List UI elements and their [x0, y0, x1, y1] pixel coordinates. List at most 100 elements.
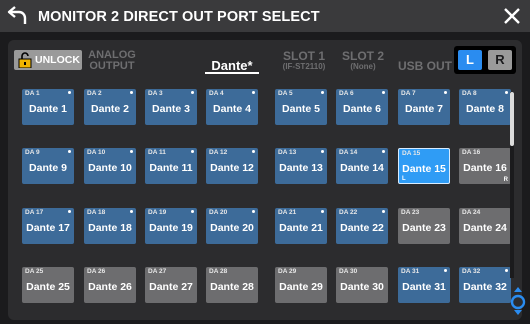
port-name: Dante 8	[466, 103, 504, 115]
port-cell[interactable]: DA 21 Dante 21	[275, 208, 327, 244]
close-icon[interactable]	[500, 4, 524, 28]
port-cell[interactable]: DA 20 Dante 20	[206, 208, 258, 244]
port-cell[interactable]: DA 30 Dante 30	[336, 267, 388, 303]
port-id: DA 2	[87, 90, 102, 97]
patched-indicator	[382, 210, 385, 213]
port-cell[interactable]: DA 1 Dante 1	[22, 89, 74, 125]
tab-sublabel: OUTPUT	[89, 60, 135, 72]
port-cell[interactable]: DA 19 Dante 19	[145, 208, 197, 244]
port-cell[interactable]: DA 24 Dante 24	[459, 208, 511, 244]
port-cell[interactable]: DA 23 Dante 23	[398, 208, 450, 244]
patched-indicator	[321, 91, 324, 94]
port-id: DA 24	[462, 209, 481, 216]
tab-slot-2[interactable]: SLOT 2 (None)	[338, 50, 388, 71]
patched-indicator	[321, 210, 324, 213]
channel-selector: L R	[454, 46, 516, 74]
patched-indicator	[505, 91, 508, 94]
tab-bar: UNLOCK ANALOG OUTPUT Dante* SLOT 1 (IF-S…	[8, 40, 522, 78]
patched-indicator	[68, 210, 71, 213]
port-name: Dante 24	[463, 222, 507, 234]
channel-r-button[interactable]: R	[488, 50, 512, 70]
patched-indicator	[252, 91, 255, 94]
tab-slot-1[interactable]: SLOT 1 (IF-ST2110)	[272, 50, 336, 71]
port-name: Dante 18	[88, 222, 132, 234]
port-id: DA 20	[209, 209, 228, 216]
patched-indicator	[130, 91, 133, 94]
back-arrow-icon[interactable]	[6, 3, 30, 27]
port-id: DA 30	[339, 268, 358, 275]
port-cell[interactable]: DA 2 Dante 2	[84, 89, 136, 125]
port-cell[interactable]: DA 16 Dante 16 R	[459, 148, 511, 184]
port-cell[interactable]: DA 26 Dante 26	[84, 267, 136, 303]
port-id: DA 26	[87, 268, 106, 275]
port-id: DA 11	[148, 149, 166, 156]
port-id: DA 32	[462, 268, 481, 275]
port-id: DA 19	[148, 209, 167, 216]
port-cell[interactable]: DA 5 Dante 5	[275, 89, 327, 125]
port-cell[interactable]: DA 10 Dante 10	[84, 148, 136, 184]
tab-label: USB OUT	[398, 59, 452, 73]
port-cell[interactable]: DA 9 Dante 9	[22, 148, 74, 184]
tab-usb-out[interactable]: USB OUT	[394, 60, 456, 72]
port-name: Dante 1	[29, 103, 67, 115]
port-id: DA 15	[402, 150, 421, 157]
port-name: Dante 14	[340, 162, 384, 174]
port-id: DA 14	[339, 149, 358, 156]
port-id: DA 22	[339, 209, 358, 216]
port-cell[interactable]: DA 12 Dante 12	[206, 148, 258, 184]
tab-analog-output[interactable]: ANALOG OUTPUT	[82, 50, 142, 72]
tab-dante[interactable]: Dante*	[200, 59, 264, 72]
port-name: Dante 31	[402, 281, 446, 293]
patched-indicator	[252, 210, 255, 213]
port-name: Dante 2	[91, 103, 129, 115]
port-id: DA 31	[401, 268, 420, 275]
encoder-knob-icon	[510, 287, 526, 315]
port-id: DA 28	[209, 268, 228, 275]
channel-mark: L	[402, 176, 406, 182]
port-name: Dante 28	[210, 281, 254, 293]
port-name: Dante 32	[463, 281, 507, 293]
patched-indicator	[130, 150, 133, 153]
port-cell[interactable]: DA 28 Dante 28	[206, 267, 258, 303]
port-cell[interactable]: DA 13 Dante 13	[275, 148, 327, 184]
port-id: DA 6	[339, 90, 354, 97]
port-name: Dante 30	[340, 281, 384, 293]
port-cell[interactable]: DA 32 Dante 32	[459, 267, 511, 303]
port-id: DA 1	[25, 90, 40, 97]
scrollbar-thumb[interactable]	[510, 92, 514, 146]
port-id: DA 12	[209, 149, 228, 156]
patched-indicator	[191, 91, 194, 94]
tab-label: Dante*	[211, 58, 253, 73]
patched-indicator	[382, 91, 385, 94]
tab-label: SLOT 2	[341, 49, 384, 63]
patched-indicator	[321, 150, 324, 153]
unlock-button[interactable]: UNLOCK	[14, 50, 82, 70]
port-name: Dante 25	[26, 281, 70, 293]
port-name: Dante 16	[463, 162, 507, 174]
tab-sublabel: (IF-ST2110)	[282, 62, 326, 71]
port-name: Dante 21	[279, 222, 323, 234]
port-id: DA 3	[148, 90, 163, 97]
port-cell[interactable]: DA 17 Dante 17	[22, 208, 74, 244]
port-cell[interactable]: DA 11 Dante 11	[145, 148, 197, 184]
port-id: DA 8	[462, 90, 477, 97]
patched-indicator	[252, 150, 255, 153]
port-cell[interactable]: DA 31 Dante 31	[398, 267, 450, 303]
channel-l-button[interactable]: L	[458, 50, 482, 70]
port-cell[interactable]: DA 6 Dante 6	[336, 89, 388, 125]
port-cell[interactable]: DA 27 Dante 27	[145, 267, 197, 303]
port-cell[interactable]: DA 8 Dante 8	[459, 89, 511, 125]
tab-sublabel: (None)	[350, 62, 376, 71]
port-cell[interactable]: DA 25 Dante 25	[22, 267, 74, 303]
port-cell[interactable]: DA 3 Dante 3	[145, 89, 197, 125]
title-bar: MONITOR 2 DIRECT OUT PORT SELECT	[0, 0, 530, 32]
port-cell[interactable]: DA 15 Dante 15 L	[398, 148, 450, 184]
port-cell[interactable]: DA 4 Dante 4	[206, 89, 258, 125]
port-cell[interactable]: DA 14 Dante 14	[336, 148, 388, 184]
port-cell[interactable]: DA 18 Dante 18	[84, 208, 136, 244]
port-cell[interactable]: DA 22 Dante 22	[336, 208, 388, 244]
patched-indicator	[505, 269, 508, 272]
port-id: DA 10	[87, 149, 106, 156]
port-cell[interactable]: DA 7 Dante 7	[398, 89, 450, 125]
port-cell[interactable]: DA 29 Dante 29	[275, 267, 327, 303]
